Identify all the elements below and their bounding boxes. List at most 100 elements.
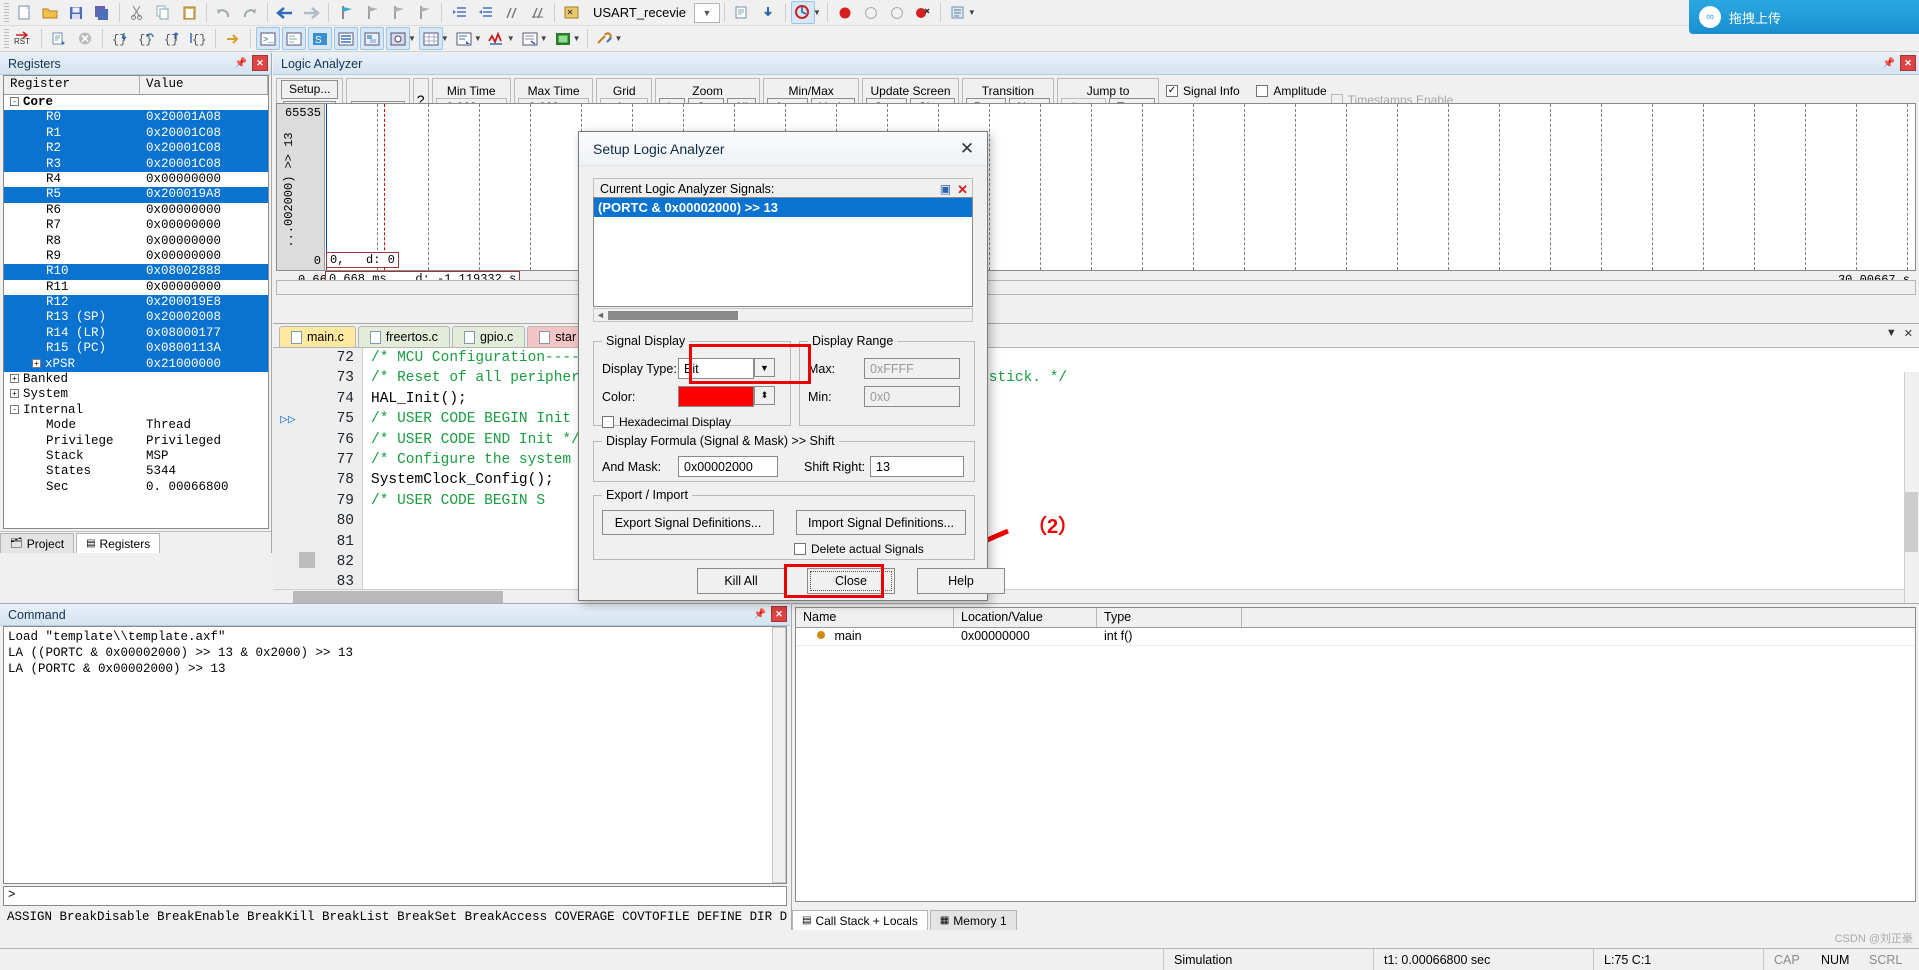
tab-close-icon[interactable]: ✕ xyxy=(1904,327,1913,340)
register-row[interactable]: + xPSR 0x21000000 xyxy=(4,356,268,373)
system-viewer-icon[interactable] xyxy=(551,27,575,50)
delete-signal-icon[interactable]: ✕ xyxy=(957,182,968,198)
expand-icon[interactable]: + xyxy=(10,389,19,399)
register-row[interactable]: Privilege Privileged xyxy=(4,434,268,449)
target-options-icon[interactable] xyxy=(560,1,584,24)
editor-hscrollbar[interactable] xyxy=(273,589,1904,603)
min-value[interactable]: 0x0 xyxy=(864,386,960,407)
register-row[interactable]: + System xyxy=(4,387,268,402)
tab-freertos-c[interactable]: freertos.c xyxy=(357,326,450,347)
command-input[interactable]: > xyxy=(3,886,787,906)
color-dropdown-icon[interactable]: ⬍ xyxy=(754,386,775,405)
editor-vscrollbar[interactable] xyxy=(1904,372,1919,603)
trace-windows-icon[interactable] xyxy=(518,27,542,50)
chevron-down-icon[interactable]: ▼ xyxy=(507,34,515,43)
outdent-icon[interactable] xyxy=(473,1,497,24)
new-file-icon[interactable] xyxy=(12,1,36,24)
bookmark-clear-icon[interactable] xyxy=(412,1,436,24)
shift-right-value[interactable]: 13 xyxy=(870,456,964,477)
save-icon[interactable] xyxy=(64,1,88,24)
paste-icon[interactable] xyxy=(177,1,201,24)
close-icon[interactable]: ✕ xyxy=(1900,55,1916,71)
table-row[interactable]: main 0x00000000 int f() xyxy=(796,628,1915,646)
logic-analyzer-plot[interactable]: 65535 ...002000) >> 13 0 0, d: 0 xyxy=(276,103,1916,271)
color-swatch[interactable] xyxy=(678,386,754,407)
pin-icon[interactable]: 📌 xyxy=(233,55,249,71)
register-row[interactable]: R8 0x00000000 xyxy=(4,234,268,249)
serial-window-icon[interactable] xyxy=(452,27,476,50)
delete-actual-signals-checkbox[interactable]: Delete actual Signals xyxy=(794,542,966,556)
dialog-close-icon[interactable]: ✕ xyxy=(955,138,979,160)
debug-dropdown-icon[interactable]: ▼ xyxy=(813,8,821,17)
collapse-icon[interactable]: - xyxy=(10,97,19,106)
register-row[interactable]: R1 0x20001C08 xyxy=(4,125,268,142)
tab-memory-1[interactable]: ▦ Memory 1 xyxy=(929,910,1017,930)
command-window-icon[interactable]: >_ xyxy=(256,27,280,50)
register-row[interactable]: Mode Thread xyxy=(4,418,268,433)
comment-icon[interactable] xyxy=(499,1,523,24)
signals-hscrollbar[interactable]: ◄ xyxy=(593,308,973,322)
register-row[interactable]: R14 (LR) 0x08000177 xyxy=(4,325,268,342)
pin-icon[interactable]: 📌 xyxy=(752,606,768,622)
tab-call-stack-locals[interactable]: ▤ Call Stack + Locals xyxy=(792,910,928,930)
setup-button[interactable]: Setup... xyxy=(281,80,339,99)
show-statement-icon[interactable] xyxy=(221,27,245,50)
uncomment-icon[interactable] xyxy=(525,1,549,24)
bookmark-toggle-icon[interactable] xyxy=(334,1,358,24)
register-row[interactable]: R2 0x20001C08 xyxy=(4,141,268,157)
register-row[interactable]: R3 0x20001C08 xyxy=(4,156,268,172)
export-signal-definitions-button[interactable]: Export Signal Definitions... xyxy=(602,510,774,535)
chevron-down-icon[interactable]: ▼ xyxy=(540,34,548,43)
scroll-thumb[interactable] xyxy=(293,591,503,603)
step-out-icon[interactable]: {} xyxy=(160,27,184,50)
register-row[interactable]: - Internal xyxy=(4,403,268,418)
register-row[interactable]: R15 (PC) 0x0800113A xyxy=(4,341,268,357)
call-stack-table[interactable]: Name Location/Value Type main 0x00000000… xyxy=(795,607,1916,902)
tab-gpio-c[interactable]: gpio.c xyxy=(451,326,526,347)
toolbar-grip[interactable] xyxy=(4,2,9,23)
register-row[interactable]: R0 0x20001A08 xyxy=(4,110,268,126)
chevron-down-icon[interactable]: ▼ xyxy=(441,34,449,43)
chevron-down-icon[interactable]: ▼ xyxy=(615,34,623,43)
kill-all-button[interactable]: Kill All xyxy=(697,568,785,594)
step-over-icon[interactable]: {} xyxy=(134,27,158,50)
toolbar-grip[interactable] xyxy=(4,28,9,49)
expand-icon[interactable]: + xyxy=(32,358,41,368)
tab-main-c[interactable]: main.c xyxy=(279,326,356,347)
cut-icon[interactable] xyxy=(125,1,149,24)
kill-all-breakpoints-icon[interactable] xyxy=(911,1,935,24)
tools-icon[interactable] xyxy=(593,27,617,50)
register-row[interactable]: R6 0x00000000 xyxy=(4,203,268,218)
registers-icon[interactable] xyxy=(334,27,358,50)
register-row[interactable]: Sec 0. 00066800 xyxy=(4,480,268,495)
reset-icon[interactable]: RST xyxy=(12,27,36,50)
chevron-down-icon[interactable]: ▼ xyxy=(968,8,976,17)
memory-window-icon[interactable] xyxy=(418,27,443,50)
manage-targets-icon[interactable] xyxy=(730,1,754,24)
tab-list-icon[interactable]: ▼ xyxy=(1886,327,1897,340)
start-debug-icon[interactable] xyxy=(790,1,815,24)
register-row[interactable]: R12 0x200019E8 xyxy=(4,295,268,311)
collapse-icon[interactable]: - xyxy=(10,404,19,414)
copy-icon[interactable] xyxy=(151,1,175,24)
signals-list[interactable]: (PORTC & 0x00002000) >> 13 xyxy=(593,197,973,307)
step-into-icon[interactable]: {} xyxy=(108,27,132,50)
import-signal-definitions-button[interactable]: Import Signal Definitions... xyxy=(796,510,966,535)
close-icon[interactable]: ✕ xyxy=(252,55,268,71)
amplitude-checkbox[interactable]: Amplitude xyxy=(1256,84,1327,98)
call-stack-icon[interactable] xyxy=(360,27,384,50)
undo-icon[interactable] xyxy=(212,1,236,24)
tab-project[interactable]: 🗂 Project xyxy=(0,533,75,553)
register-row[interactable]: R13 (SP) 0x20002008 xyxy=(4,310,268,326)
and-mask-value[interactable]: 0x00002000 xyxy=(678,456,778,477)
redo-icon[interactable] xyxy=(238,1,262,24)
stop-debug-icon[interactable] xyxy=(73,27,97,50)
chevron-down-icon[interactable]: ▼ xyxy=(474,34,482,43)
code-view[interactable]: ▷▷ 72737475767778798081828384 /* MCU Con… xyxy=(273,348,1919,603)
register-row[interactable]: R11 0x00000000 xyxy=(4,280,268,295)
bookmark-prev-icon[interactable] xyxy=(360,1,384,24)
pin-icon[interactable]: 📌 xyxy=(1881,55,1897,71)
registers-tree[interactable]: Register Value - Core R0 0x20001A08 R1 0x2000… xyxy=(3,75,269,529)
register-row[interactable]: R9 0x00000000 xyxy=(4,249,268,264)
scroll-thumb[interactable] xyxy=(1905,492,1918,552)
